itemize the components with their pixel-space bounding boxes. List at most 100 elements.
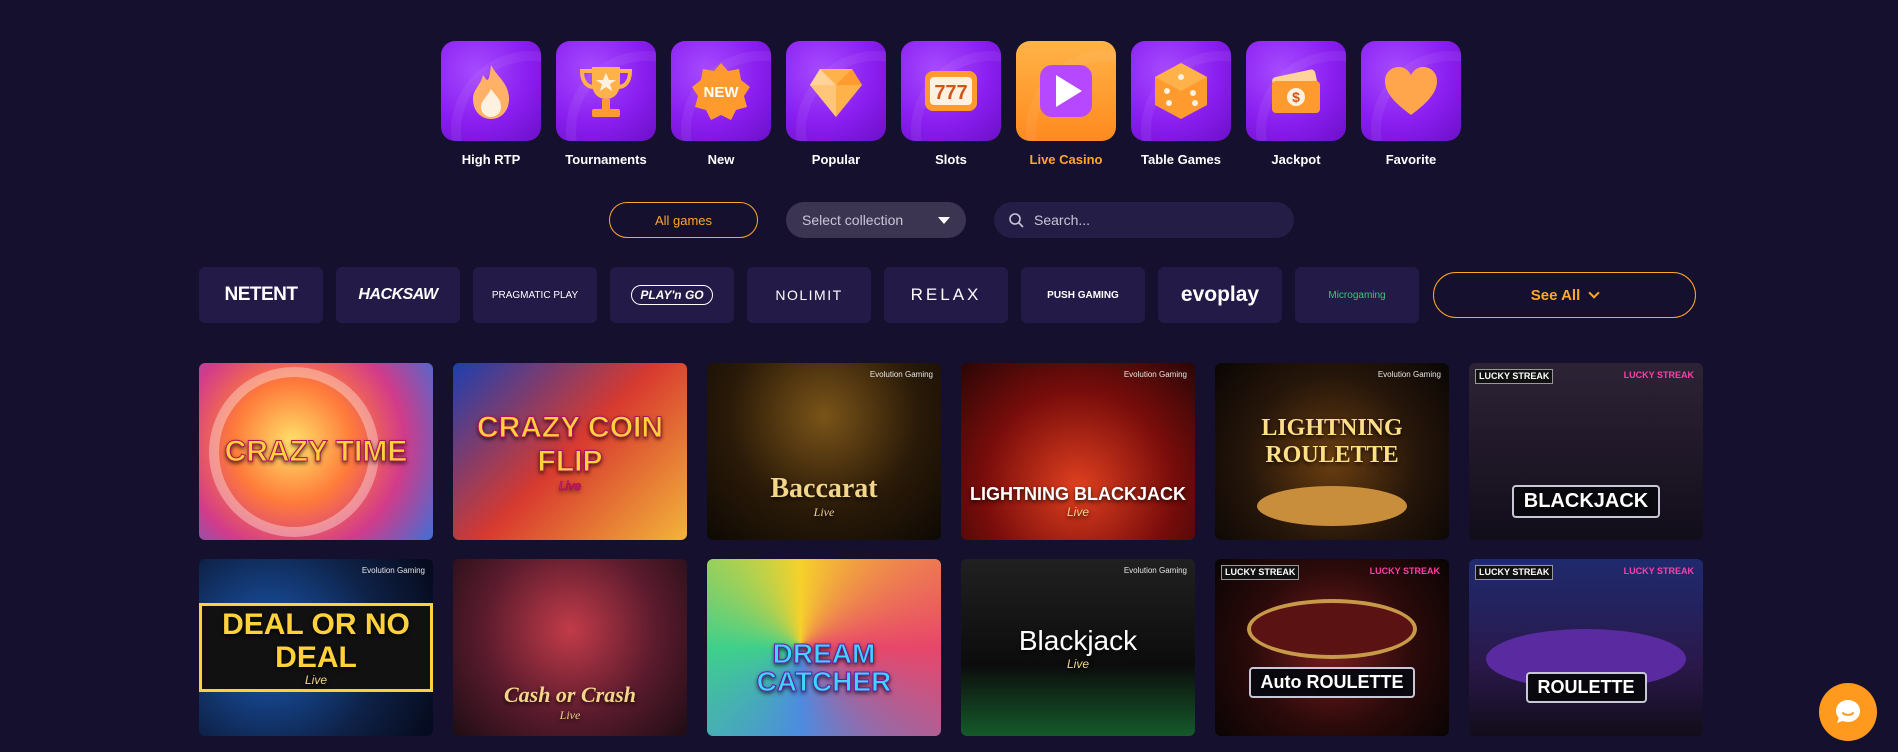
provider-pragmatic-play[interactable]: PRAGMATIC PLAY <box>473 267 597 323</box>
game-card[interactable]: Cash or Crash Live <box>453 559 687 736</box>
games-grid: CRAZY TIME CRAZY COIN FLIP Live Evolution… <box>199 363 1703 736</box>
game-card[interactable]: DREAM CATCHER <box>707 559 941 736</box>
live-tag: Live <box>1066 656 1089 671</box>
provider-name: HACKSAW <box>358 286 438 303</box>
category-popular[interactable]: Popular <box>786 41 886 167</box>
game-card[interactable]: Evolution Gaming LIGHTNING BLACKJACK Live <box>961 363 1195 540</box>
evolution-logo: Evolution Gaming <box>1123 370 1187 379</box>
provider-hacksaw[interactable]: HACKSAW <box>336 267 460 323</box>
live-tag: Live <box>1066 505 1089 519</box>
play-icon <box>1016 41 1116 141</box>
lucky-streak-logo: LUCKY STREAK <box>1623 370 1694 380</box>
category-label: Jackpot <box>1271 152 1321 167</box>
game-card[interactable]: CRAZY TIME <box>199 363 433 540</box>
search-icon <box>1009 213 1024 228</box>
provider-push-gaming[interactable]: PUSH GAMING <box>1021 267 1145 323</box>
category-bar: High RTP Tournaments NEW New Popular 777… <box>441 41 1461 167</box>
category-label: Table Games <box>1141 152 1221 167</box>
game-card[interactable]: Evolution Gaming DEAL OR NO DEAL Live <box>199 559 433 736</box>
search-input[interactable] <box>1034 212 1274 228</box>
category-label: New <box>707 152 735 167</box>
provider-microgaming[interactable]: Microgaming <box>1295 267 1419 323</box>
provider-relax[interactable]: RELAX <box>884 267 1008 323</box>
chat-icon <box>1836 700 1860 723</box>
evolution-logo: Evolution Gaming <box>1123 566 1187 575</box>
game-card[interactable]: LUCKY STREAK LUCKY STREAK Auto ROULETTE <box>1215 559 1449 736</box>
game-title: DREAM CATCHER <box>756 637 892 697</box>
game-title: CRAZY COIN FLIP Live <box>453 410 687 493</box>
heart-icon <box>1361 41 1461 141</box>
dice-icon <box>1131 41 1231 141</box>
game-card[interactable]: Evolution Gaming Blackjack Live <box>961 559 1195 736</box>
live-tag: Live <box>813 505 835 519</box>
game-card[interactable]: LUCKY STREAK LUCKY STREAK ROULETTE <box>1469 559 1703 736</box>
game-title: Cash or Crash Live <box>503 682 637 722</box>
provider-name: PLAY'n GO <box>631 285 713 305</box>
category-label: Tournaments <box>565 152 647 167</box>
all-games-button[interactable]: All games <box>609 202 758 238</box>
category-favorite[interactable]: Favorite <box>1361 41 1461 167</box>
category-new[interactable]: NEW New <box>671 41 771 167</box>
search-box[interactable] <box>994 202 1294 238</box>
trophy-icon <box>556 41 656 141</box>
collection-select[interactable]: Select collection <box>786 202 966 238</box>
provider-bar: NETENT HACKSAW PRAGMATIC PLAY PLAY'n GO … <box>199 267 1696 323</box>
provider-playngo[interactable]: PLAY'n GO <box>610 267 734 323</box>
lucky-streak-logo: LUCKY STREAK <box>1369 566 1440 576</box>
svg-text:NEW: NEW <box>704 84 740 101</box>
live-tag: Live <box>559 708 581 722</box>
filter-bar: All games Select collection <box>609 202 1294 238</box>
game-title: LIGHTNING BLACKJACK Live <box>970 484 1186 519</box>
category-label: Live Casino <box>1029 152 1103 167</box>
lucky-streak-badge: LUCKY STREAK <box>1475 369 1554 384</box>
lucky-streak-badge: LUCKY STREAK <box>1221 565 1300 580</box>
game-card[interactable]: LUCKY STREAK LUCKY STREAK BLACKJACK <box>1469 363 1703 540</box>
live-tag: Live <box>558 478 581 493</box>
evolution-logo: Evolution Gaming <box>869 370 933 379</box>
provider-name: evoplay <box>1180 283 1260 306</box>
category-slots[interactable]: 777 Slots <box>901 41 1001 167</box>
svg-text:$: $ <box>1292 89 1300 105</box>
svg-text:777: 777 <box>934 82 967 104</box>
provider-name: RELAX <box>910 285 982 304</box>
provider-evoplay[interactable]: evoplay <box>1158 267 1282 323</box>
diamond-icon <box>786 41 886 141</box>
provider-name: Microgaming <box>1328 289 1386 301</box>
game-title: Auto ROULETTE <box>1248 667 1416 698</box>
live-tag: Live <box>304 672 327 687</box>
provider-name: NOLIMIT <box>775 287 843 303</box>
lucky-streak-logo: LUCKY STREAK <box>1623 566 1694 576</box>
caret-down-icon <box>938 216 950 224</box>
see-all-label: See All <box>1530 286 1581 304</box>
category-jackpot[interactable]: $ Jackpot <box>1246 41 1346 167</box>
game-title: CRAZY TIME <box>224 434 408 468</box>
game-title: BLACKJACK <box>1511 485 1661 518</box>
chevron-down-icon <box>1588 286 1600 299</box>
category-high-rtp[interactable]: High RTP <box>441 41 541 167</box>
game-title: DEAL OR NO DEAL Live <box>199 602 433 693</box>
flame-icon <box>441 41 541 141</box>
game-title: Baccarat Live <box>770 473 878 519</box>
provider-nolimit[interactable]: NOLIMIT <box>747 267 871 323</box>
category-live-casino[interactable]: Live Casino <box>1016 41 1116 167</box>
provider-name: PRAGMATIC PLAY <box>491 289 579 301</box>
money-icon: $ <box>1246 41 1346 141</box>
game-card[interactable]: Evolution Gaming LIGHTNING ROULETTE <box>1215 363 1449 540</box>
provider-name: NETENT <box>224 284 299 305</box>
category-tournaments[interactable]: Tournaments <box>556 41 656 167</box>
evolution-logo: Evolution Gaming <box>1377 370 1441 379</box>
game-card[interactable]: CRAZY COIN FLIP Live <box>453 363 687 540</box>
category-label: Favorite <box>1385 152 1437 167</box>
category-table-games[interactable]: Table Games <box>1131 41 1231 167</box>
category-label: Popular <box>811 152 861 167</box>
game-card[interactable]: Evolution Gaming Baccarat Live <box>707 363 941 540</box>
lucky-streak-badge: LUCKY STREAK <box>1475 565 1554 580</box>
game-title: Blackjack Live <box>1018 624 1138 671</box>
see-all-button[interactable]: See All <box>1433 272 1696 318</box>
collection-select-label: Select collection <box>802 212 904 228</box>
evolution-logo: Evolution Gaming <box>361 566 425 575</box>
provider-netent[interactable]: NETENT <box>199 267 323 323</box>
category-label: Slots <box>935 152 967 167</box>
game-title: ROULETTE <box>1525 672 1647 703</box>
chat-button[interactable] <box>1819 683 1877 741</box>
